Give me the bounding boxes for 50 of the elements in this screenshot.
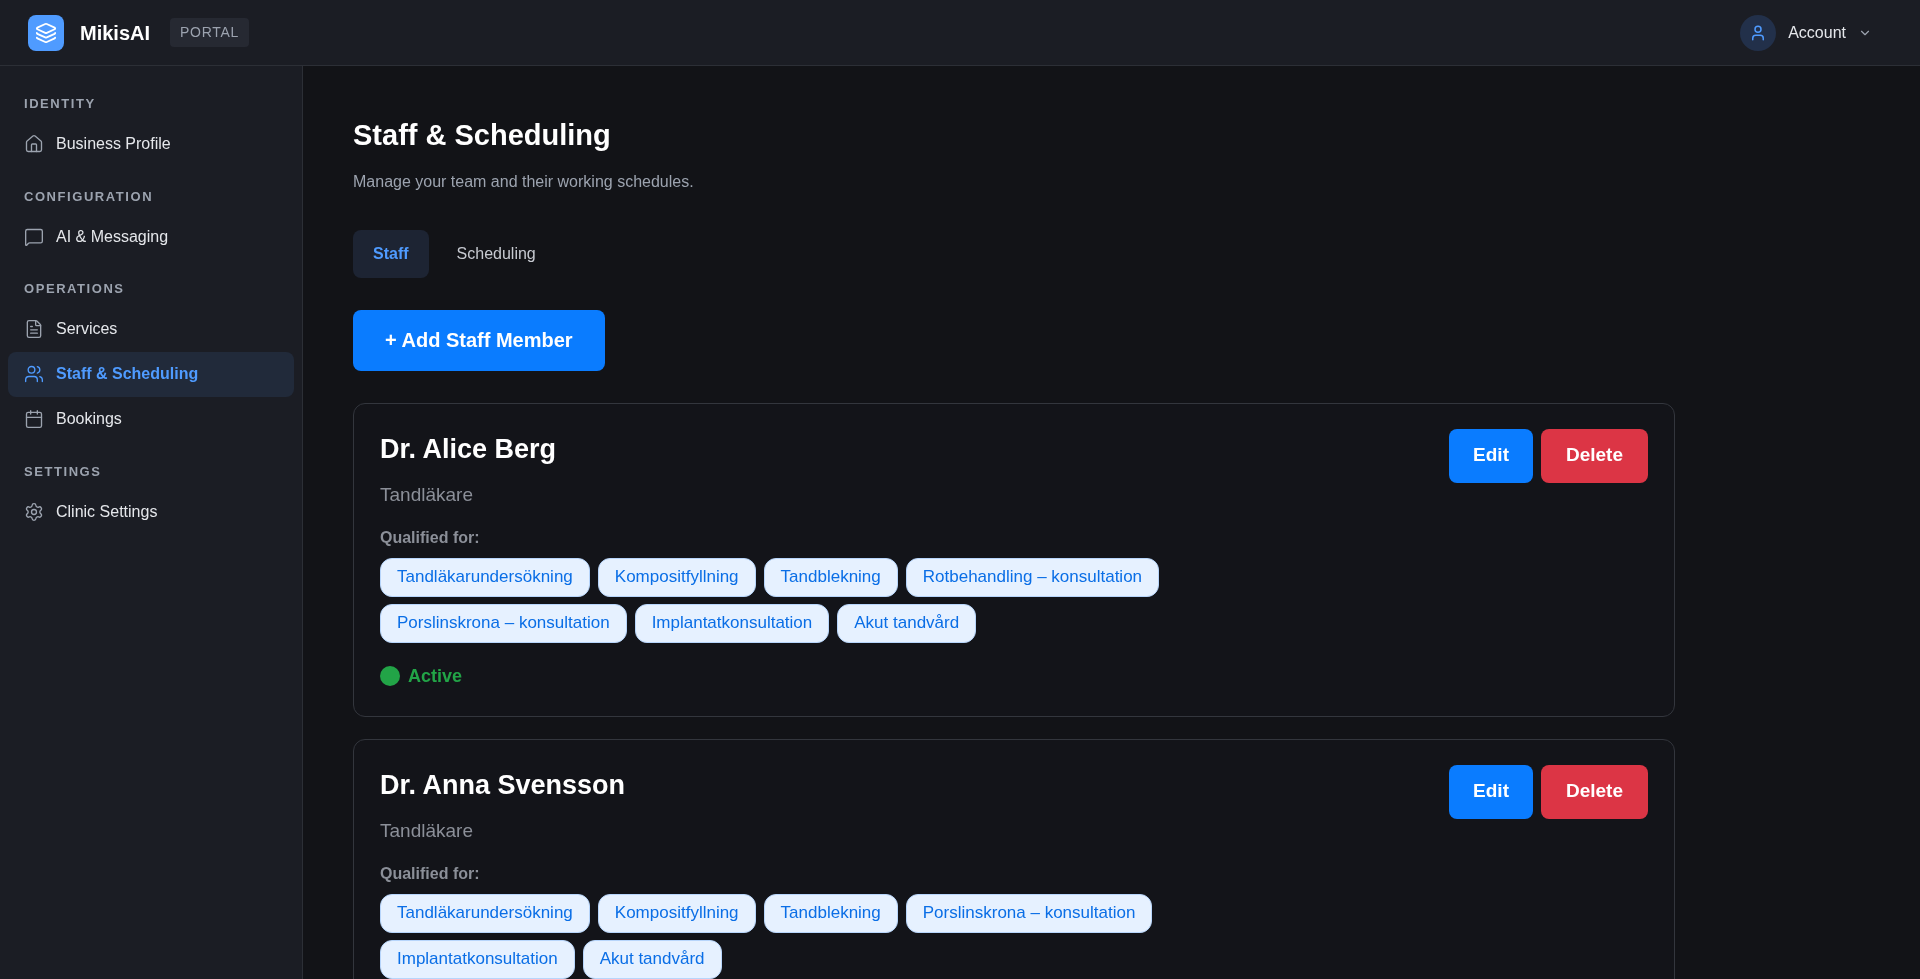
home-icon — [24, 134, 44, 154]
sidebar-item[interactable]: Services — [8, 306, 294, 352]
tab[interactable]: Staff — [353, 229, 429, 278]
service-tag: Implantatkonsultation — [634, 603, 830, 643]
service-tag: Kompositfyllning — [597, 893, 756, 933]
qualified-label: Qualified for: — [380, 527, 481, 548]
edit-button[interactable]: Edit — [1449, 428, 1533, 483]
settings-icon — [24, 501, 44, 522]
service-tag: Tandblekning — [763, 893, 898, 933]
qualified-label: Qualified for: — [380, 863, 481, 884]
section-heading: SETTINGS — [23, 462, 103, 481]
service-tag: Rotbehandling – konsultation — [905, 557, 1160, 597]
account-menu[interactable]: Account — [1740, 14, 1872, 51]
service-tag: Tandläkarundersökning — [380, 893, 590, 933]
service-tag: Porslinskrona – konsultation — [380, 603, 627, 643]
delete-button[interactable]: Delete — [1540, 428, 1648, 483]
user-avatar-icon — [1740, 14, 1777, 51]
sidebar-item[interactable]: AI & Messaging — [8, 214, 294, 259]
brand-name: MikisAI — [80, 20, 151, 46]
sidebar-item[interactable]: Business Profile — [8, 121, 294, 167]
logo-icon — [28, 14, 64, 51]
status-label: Active — [408, 664, 463, 688]
service-tag: Kompositfyllning — [597, 557, 756, 597]
document-icon — [24, 319, 44, 339]
section-heading: IDENTITY — [23, 95, 97, 113]
service-tag: Akut tandvård — [837, 603, 977, 643]
service-tag: Akut tandvård — [582, 939, 722, 979]
chat-bubble-icon — [24, 226, 44, 247]
sidebar-item[interactable]: Bookings — [8, 396, 294, 442]
staff-role: Tandläkare — [380, 819, 474, 843]
section-heading: CONFIGURATION — [23, 187, 155, 206]
staff-name: Dr. Anna Svensson — [380, 768, 627, 802]
portal-badge: PORTAL — [170, 18, 249, 47]
staff-role: Tandläkare — [380, 483, 474, 507]
delete-button[interactable]: Delete — [1540, 764, 1648, 819]
users-icon — [24, 364, 44, 384]
staff-name: Dr. Alice Berg — [380, 432, 558, 466]
service-tag: Tandläkarundersökning — [380, 557, 590, 597]
page-subtitle: Manage your team and their working schedules. — [353, 171, 695, 192]
add-staff-button[interactable]: + Add Staff Member — [353, 309, 605, 371]
section-heading: OPERATIONS — [23, 280, 126, 298]
page-title: Staff & Scheduling — [353, 118, 612, 153]
sidebar-item[interactable]: Clinic Settings — [8, 489, 294, 534]
service-tag: Porslinskrona – konsultation — [905, 893, 1153, 933]
tab[interactable]: Scheduling — [436, 229, 556, 278]
calendar-icon — [24, 409, 44, 429]
edit-button[interactable]: Edit — [1449, 764, 1533, 819]
service-tag: Tandblekning — [763, 557, 898, 597]
sidebar-item[interactable]: Staff & Scheduling — [8, 351, 294, 397]
service-tag: Implantatkonsultation — [380, 939, 575, 979]
